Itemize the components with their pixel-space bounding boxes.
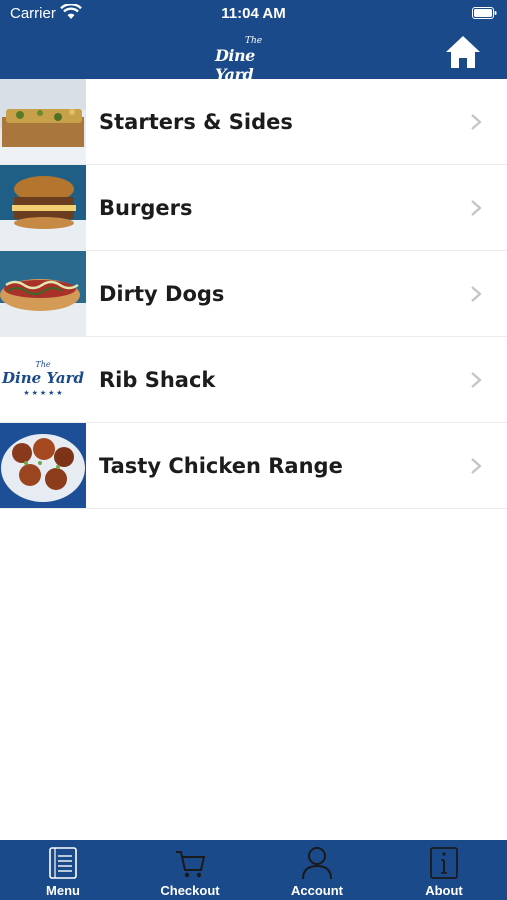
status-bar: Carrier 11:04 AM [0, 0, 507, 28]
tab-label: Account [291, 883, 343, 898]
battery-icon [472, 7, 497, 19]
category-label: Starters & Sides [99, 110, 293, 134]
category-label: Rib Shack [99, 368, 216, 392]
chicken-wings-photo [0, 423, 86, 508]
category-label: Tasty Chicken Range [99, 454, 343, 478]
info-icon [430, 847, 458, 879]
category-row-dirty-dogs[interactable]: Dirty Dogs [0, 251, 507, 337]
category-list: Starters & Sides Burgers Dirty Dogs The … [0, 79, 507, 509]
tab-menu[interactable]: Menu [0, 840, 126, 900]
dine-yard-logo-thumb: The Dine Yard ★ ★ ★ ★ ★ [0, 337, 86, 422]
tab-about[interactable]: About [381, 840, 507, 900]
tab-bar: Menu Checkout Account About [0, 840, 507, 900]
home-icon[interactable] [444, 34, 482, 70]
tab-checkout[interactable]: Checkout [127, 840, 253, 900]
chevron-right-icon [471, 200, 482, 216]
menu-book-icon [49, 847, 77, 879]
dine-yard-logo: The Dine Yard [205, 34, 295, 84]
category-row-rib-shack[interactable]: The Dine Yard ★ ★ ★ ★ ★ Rib Shack [0, 337, 507, 423]
tab-label: Checkout [160, 883, 220, 898]
chevron-right-icon [471, 286, 482, 302]
category-row-chicken[interactable]: Tasty Chicken Range [0, 423, 507, 509]
category-row-starters[interactable]: Starters & Sides [0, 79, 507, 165]
loaded-fries-photo [0, 79, 86, 164]
category-label: Burgers [99, 196, 193, 220]
clock: 11:04 AM [221, 5, 286, 22]
category-row-burgers[interactable]: Burgers [0, 165, 507, 251]
app-header: Carrier 11:04 AM The Dine Yard [0, 0, 507, 84]
hotdog-photo [0, 251, 86, 336]
burger-photo [0, 165, 86, 250]
chevron-right-icon [471, 372, 482, 388]
chevron-right-icon [471, 114, 482, 130]
cart-icon [176, 851, 206, 878]
svg-text:★ ★ ★ ★ ★: ★ ★ ★ ★ ★ [23, 389, 62, 397]
tab-label: Menu [46, 883, 80, 898]
svg-text:The: The [35, 360, 50, 369]
tab-label: About [425, 883, 463, 898]
chevron-right-icon [471, 458, 482, 474]
category-label: Dirty Dogs [99, 282, 225, 306]
logo-the: The [245, 36, 263, 46]
svg-text:Dine Yard: Dine Yard [1, 369, 85, 387]
tab-account[interactable]: Account [254, 840, 380, 900]
person-icon [302, 847, 332, 880]
